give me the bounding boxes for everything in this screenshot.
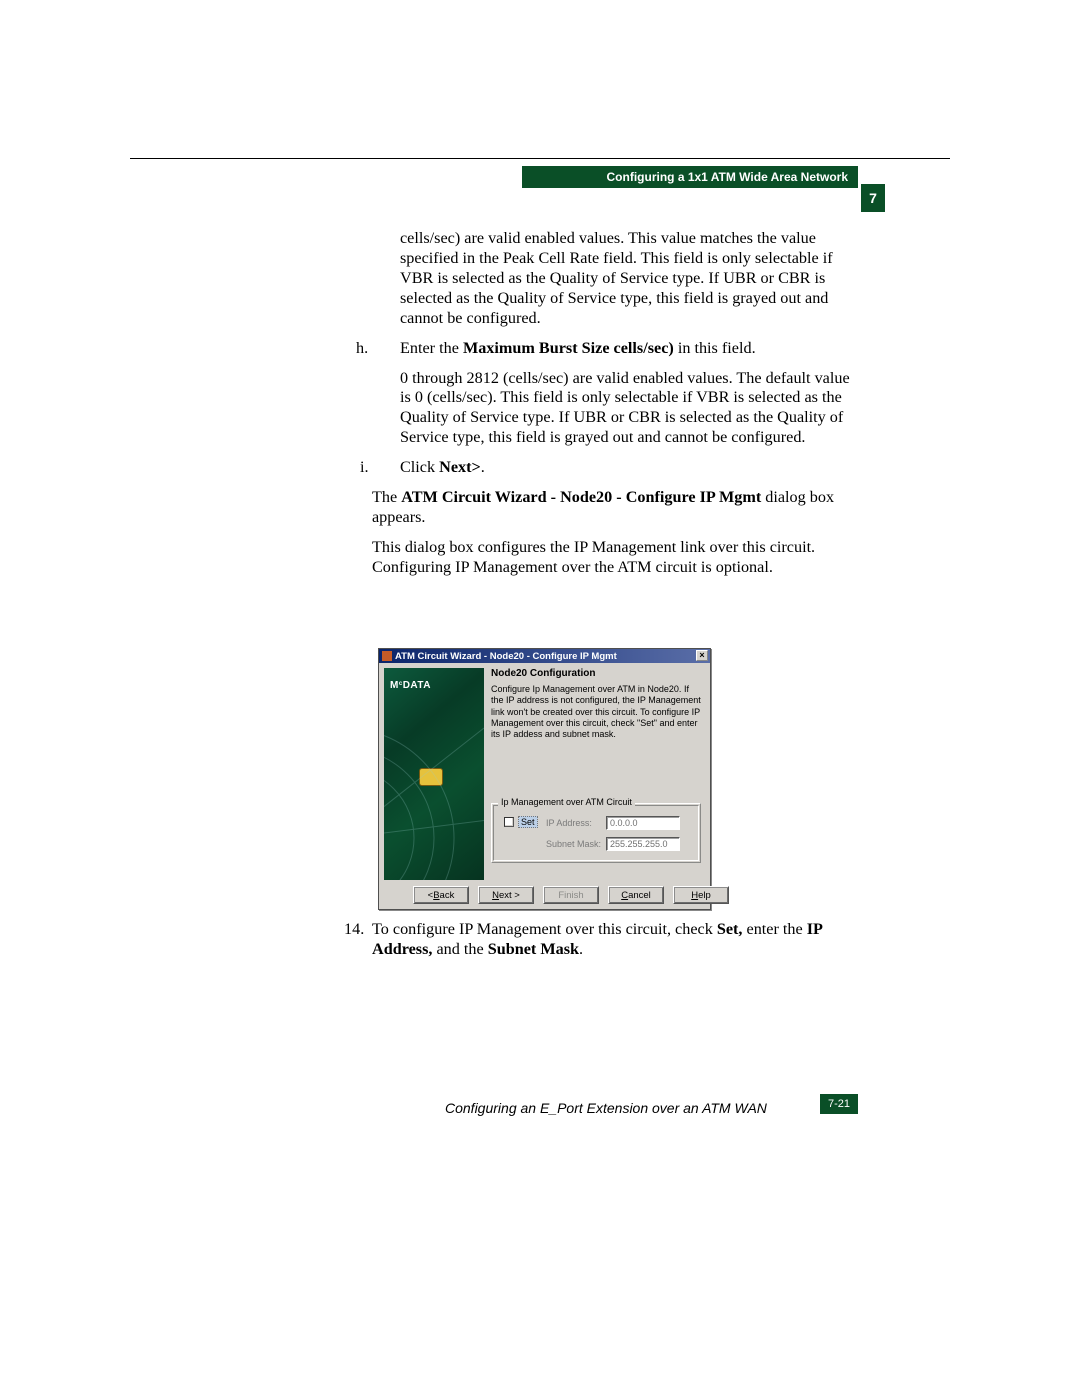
close-icon[interactable]: ×	[696, 650, 708, 661]
dialog-atm-circuit-wizard: ATM Circuit Wizard - Node20 - Configure …	[378, 648, 711, 910]
dialog-sidebar-graphic: McDATA	[384, 668, 484, 880]
next-button[interactable]: Next >	[478, 886, 534, 904]
subnet-mask-label: Subnet Mask:	[546, 839, 606, 849]
set-checkbox[interactable]	[504, 817, 514, 827]
wizard-bold: ATM Circuit Wizard - Node20 - Configure …	[401, 488, 761, 506]
section-header-title: Configuring a 1x1 ATM Wide Area Network	[607, 170, 848, 184]
dialog-heading: Node20 Configuration	[491, 668, 704, 679]
footer-section-title: Configuring an E_Port Extension over an …	[445, 1100, 767, 1116]
back-button[interactable]: < Back	[413, 886, 469, 904]
wizard-desc: This dialog box configures the IP Manage…	[372, 538, 858, 578]
step-14-block: 14. To configure IP Management over this…	[378, 920, 858, 960]
wizard-lead: The	[372, 488, 401, 506]
subnet-mask-input[interactable]: 255.255.255.0	[606, 837, 680, 851]
ip-address-input[interactable]: 0.0.0.0	[606, 816, 680, 830]
page: Configuring a 1x1 ATM Wide Area Network …	[0, 0, 1080, 1397]
dialog-description: Configure Ip Management over ATM in Node…	[491, 684, 703, 740]
groupbox-legend: Ip Management over ATM Circuit	[498, 797, 635, 807]
substep-i: i. Click Next>.	[378, 458, 858, 478]
ip-address-label: IP Address:	[546, 818, 606, 828]
step-14-marker: 14.	[344, 920, 364, 940]
substep-h-marker: h.	[356, 339, 396, 359]
substep-i-bold: Next>	[439, 458, 481, 476]
finish-button[interactable]: Finish	[543, 886, 599, 904]
header-rule	[130, 158, 950, 159]
body-column: cells/sec) are valid enabled values. Thi…	[378, 229, 858, 588]
sidebar-arcs-icon	[384, 668, 484, 880]
section-header-bar: Configuring a 1x1 ATM Wide Area Network	[522, 166, 858, 188]
dialog-title-text: ATM Circuit Wizard - Node20 - Configure …	[395, 651, 617, 662]
substep-i-lead: Click	[400, 458, 439, 476]
footer-page-number: 7-21	[820, 1094, 858, 1114]
para-sustain-continuation: cells/sec) are valid enabled values. Thi…	[400, 229, 858, 329]
substep-h: h. Enter the Maximum Burst Size cells/se…	[378, 339, 858, 359]
substep-i-tail: .	[481, 458, 485, 476]
ip-mgmt-groupbox: Ip Management over ATM Circuit Set IP Ad…	[491, 803, 701, 863]
wizard-appears: The ATM Circuit Wizard - Node20 - Config…	[372, 488, 858, 528]
substep-h-body: 0 through 2812 (cells/sec) are valid ena…	[400, 369, 858, 449]
substep-i-marker: i.	[360, 458, 400, 478]
dialog-content: Node20 Configuration Configure Ip Manage…	[491, 668, 704, 740]
dialog-button-row: < Back Next > Finish Cancel Help	[413, 886, 729, 904]
app-icon	[382, 651, 392, 661]
set-checkbox-label[interactable]: Set	[518, 816, 538, 828]
dialog-titlebar[interactable]: ATM Circuit Wizard - Node20 - Configure …	[379, 649, 710, 663]
substep-h-tail: in this field.	[674, 339, 756, 357]
step-14: 14. To configure IP Management over this…	[344, 920, 858, 960]
cancel-button[interactable]: Cancel	[608, 886, 664, 904]
substep-h-lead: Enter the	[400, 339, 463, 357]
help-button[interactable]: Help	[673, 886, 729, 904]
chapter-tab: 7	[861, 184, 885, 212]
substep-h-bold: Maximum Burst Size cells/sec)	[463, 339, 674, 357]
